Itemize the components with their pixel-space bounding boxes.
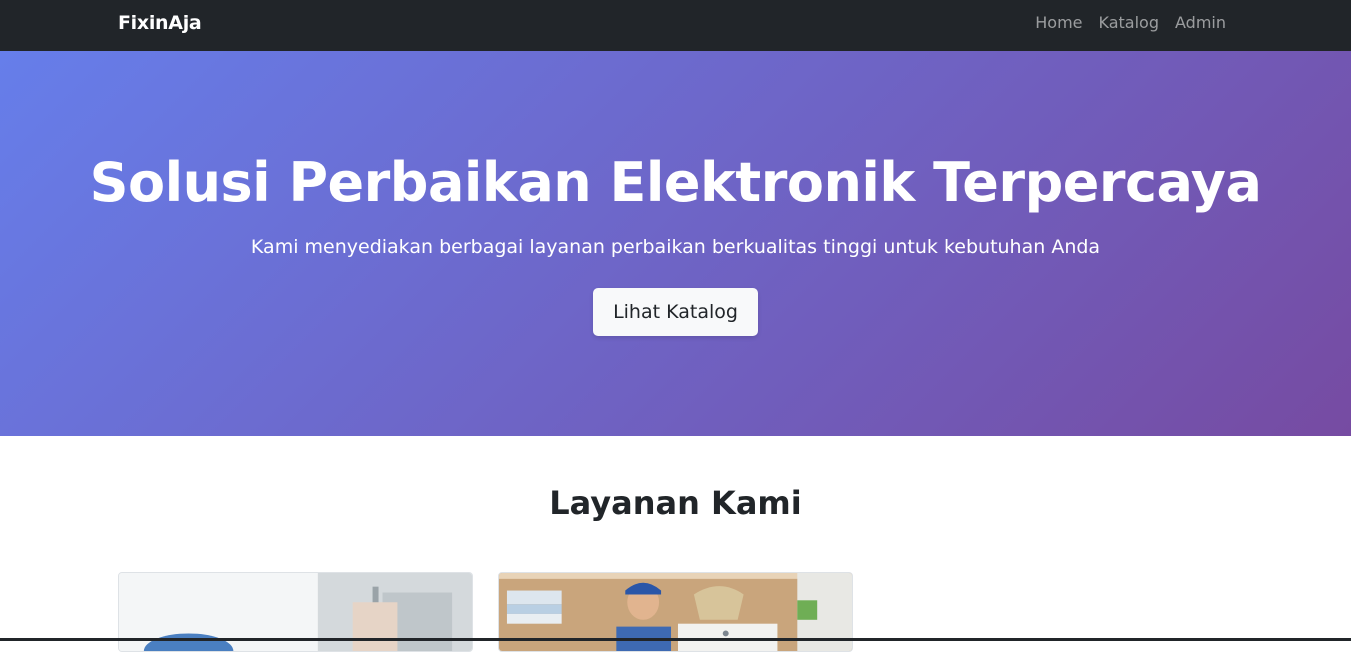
navbar: FixinAja Home Katalog Admin <box>0 0 1351 51</box>
brand-logo[interactable]: FixinAja <box>118 12 202 34</box>
nav-link-home[interactable]: Home <box>1035 13 1082 32</box>
nav-link-admin[interactable]: Admin <box>1175 13 1226 32</box>
hero-title: Solusi Perbaikan Elektronik Terpercaya <box>89 151 1262 214</box>
hero-subtitle: Kami menyediakan berbagai layanan perbai… <box>250 236 1101 258</box>
nav-links: Home Katalog Admin <box>1035 13 1226 32</box>
hero-section: Solusi Perbaikan Elektronik Terpercaya K… <box>0 51 1351 436</box>
services-title: Layanan Kami <box>549 484 802 522</box>
nav-link-katalog[interactable]: Katalog <box>1099 13 1159 32</box>
view-catalog-button[interactable]: Lihat Katalog <box>593 288 758 336</box>
